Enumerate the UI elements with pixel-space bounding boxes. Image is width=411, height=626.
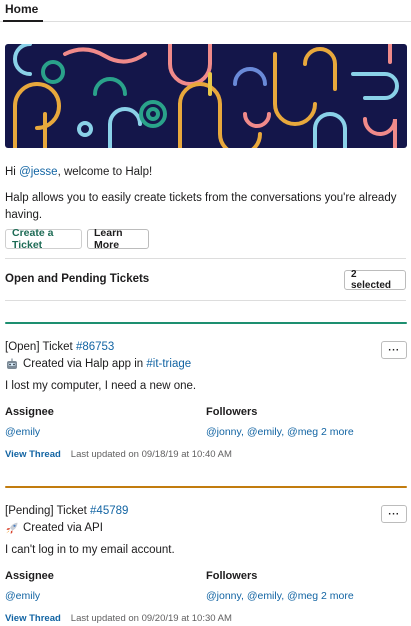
- ticket-source-text: Created via Halp app in: [23, 358, 144, 370]
- divider: [5, 300, 406, 301]
- followers-label: Followers: [206, 406, 258, 418]
- halp-banner: [5, 44, 407, 148]
- ticket-source: Created via API: [5, 522, 103, 534]
- assignee-label: Assignee: [5, 570, 54, 582]
- assignee-link[interactable]: @emily: [5, 590, 40, 602]
- tickets-section-title: Open and Pending Tickets: [5, 273, 150, 285]
- ticket-card: [Open] Ticket #86753 ··· Created via Hal…: [5, 322, 407, 462]
- ticket-more-button[interactable]: ···: [381, 505, 407, 523]
- user-mention[interactable]: @jesse: [19, 166, 58, 178]
- followers-list[interactable]: @jonny, @emily, @meg 2 more: [206, 426, 354, 438]
- ticket-number-link[interactable]: #45789: [90, 505, 128, 517]
- ticket-title: [Pending] Ticket #45789: [5, 505, 128, 517]
- ticket-status: [Open] Ticket: [5, 341, 76, 353]
- ticket-status-bar: [5, 322, 407, 324]
- followers-list[interactable]: @jonny, @emily, @meg 2 more: [206, 590, 354, 602]
- ticket-description: I lost my computer, I need a new one.: [5, 380, 197, 392]
- welcome-message: Hi @jesse, welcome to Halp!: [5, 166, 152, 178]
- tab-home[interactable]: Home: [5, 2, 38, 16]
- banner-pattern: [5, 44, 407, 148]
- ticket-number-link[interactable]: #86753: [76, 341, 114, 353]
- learn-more-button[interactable]: Learn More: [87, 227, 149, 251]
- ticket-footer: View Thread Last updated on 09/20/19 at 1…: [5, 613, 232, 624]
- ticket-description: I can't log in to my email account.: [5, 544, 175, 556]
- robot-icon: [5, 358, 19, 370]
- ticket-source: Created via Halp app in #it-triage: [5, 358, 191, 370]
- welcome-suffix: , welcome to Halp!: [57, 166, 153, 178]
- last-updated: Last updated on 09/20/19 at 10:30 AM: [70, 613, 232, 624]
- assignee-label: Assignee: [5, 406, 54, 418]
- ticket-card: [Pending] Ticket #45789 ··· Created via …: [5, 486, 407, 626]
- ticket-status: [Pending] Ticket: [5, 505, 91, 517]
- channel-link[interactable]: #it-triage: [146, 358, 191, 370]
- tab-bar: Home: [0, 0, 411, 22]
- intro-text: Halp allows you to easily create tickets…: [5, 192, 397, 221]
- ticket-title: [Open] Ticket #86753: [5, 341, 114, 353]
- assignee-link[interactable]: @emily: [5, 426, 40, 438]
- status-filter-select[interactable]: 2 selected: [344, 269, 406, 291]
- ticket-footer: View Thread Last updated on 09/18/19 at 1…: [5, 449, 232, 460]
- divider: [5, 258, 406, 259]
- ticket-status-bar: [5, 486, 407, 488]
- rocket-icon: [5, 522, 19, 534]
- welcome-prefix: Hi: [5, 166, 20, 178]
- tab-active-indicator: [3, 20, 43, 22]
- followers-label: Followers: [206, 570, 258, 582]
- view-thread-link[interactable]: View Thread: [5, 613, 61, 624]
- create-ticket-button[interactable]: Create a Ticket: [5, 227, 82, 251]
- ticket-more-button[interactable]: ···: [381, 341, 407, 359]
- last-updated: Last updated on 09/18/19 at 10:40 AM: [70, 449, 232, 460]
- ticket-source-text: Created via API: [23, 522, 103, 534]
- view-thread-link[interactable]: View Thread: [5, 449, 61, 460]
